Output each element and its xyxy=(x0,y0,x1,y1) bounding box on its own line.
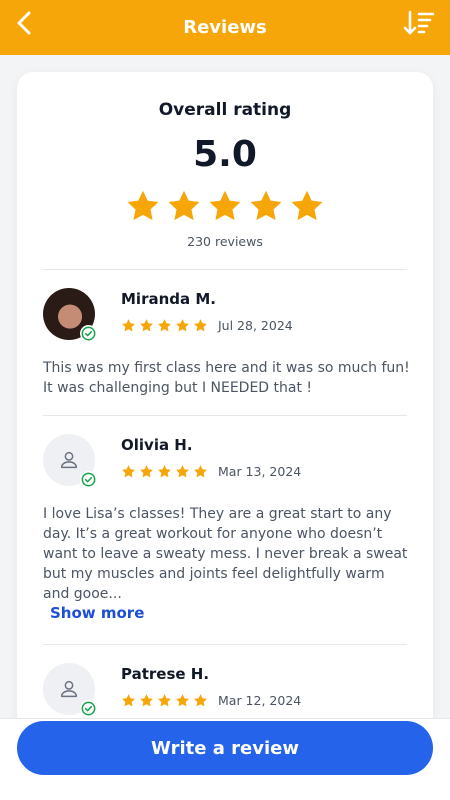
verified-badge xyxy=(80,325,97,342)
star-icon xyxy=(127,190,159,221)
review-count: 230 reviews xyxy=(187,234,263,249)
overall-rating-title: Overall rating xyxy=(158,100,292,120)
reviews-card: Overall rating 5.0 230 reviews Miranda M… xyxy=(17,72,433,732)
verified-badge xyxy=(80,700,97,717)
review-date: Mar 12, 2024 xyxy=(218,693,302,708)
check-circle-icon xyxy=(81,472,96,487)
check-circle-icon xyxy=(81,326,96,341)
sort-button[interactable] xyxy=(402,7,436,39)
app-header: Reviews xyxy=(0,0,450,55)
star-icon xyxy=(158,319,171,332)
chevron-left-icon xyxy=(17,11,31,35)
review-text: This was my first class here and it was … xyxy=(43,360,410,396)
avatar xyxy=(43,288,97,342)
star-icon xyxy=(291,190,323,221)
star-icon xyxy=(194,465,207,478)
sort-descending-icon xyxy=(403,10,435,35)
review-date: Jul 28, 2024 xyxy=(218,318,293,333)
bottom-action-bar: Write a review xyxy=(0,718,450,800)
back-button[interactable] xyxy=(10,8,40,38)
divider xyxy=(43,269,407,270)
page-title: Reviews xyxy=(183,17,267,38)
divider xyxy=(43,415,407,416)
review-rating: Mar 13, 2024 xyxy=(121,464,301,479)
star-icon xyxy=(176,694,189,707)
star-icon xyxy=(194,319,207,332)
verified-badge xyxy=(80,471,97,488)
star-icon xyxy=(140,694,153,707)
avatar xyxy=(43,663,97,717)
review-text: I love Lisa’s classes! They are a great … xyxy=(43,506,408,602)
avatar xyxy=(43,434,97,488)
write-review-button[interactable]: Write a review xyxy=(17,721,433,775)
star-icon xyxy=(122,694,135,707)
star-icon xyxy=(176,319,189,332)
review-date: Mar 13, 2024 xyxy=(218,464,302,479)
user-icon xyxy=(60,451,78,469)
star-icon xyxy=(209,190,241,221)
show-more-link[interactable]: Show more xyxy=(50,604,144,622)
star-icon xyxy=(140,465,153,478)
star-icon xyxy=(194,694,207,707)
reviewer-name: Patrese H. xyxy=(121,665,210,683)
check-circle-icon xyxy=(81,701,96,716)
star-icon xyxy=(250,190,282,221)
review-rating: Mar 12, 2024 xyxy=(121,693,301,708)
star-icon xyxy=(158,694,171,707)
reviewer-name: Miranda M. xyxy=(121,290,216,308)
star-icon xyxy=(122,465,135,478)
overall-score: 5.0 xyxy=(193,134,257,175)
star-icon xyxy=(176,465,189,478)
overall-stars xyxy=(17,188,433,224)
star-icon xyxy=(140,319,153,332)
user-icon xyxy=(60,680,78,698)
star-icon xyxy=(122,319,135,332)
reviewer-name: Olivia H. xyxy=(121,436,193,454)
star-icon xyxy=(158,465,171,478)
review-rating: Jul 28, 2024 xyxy=(121,318,293,333)
divider xyxy=(43,644,407,645)
star-icon xyxy=(168,190,200,221)
